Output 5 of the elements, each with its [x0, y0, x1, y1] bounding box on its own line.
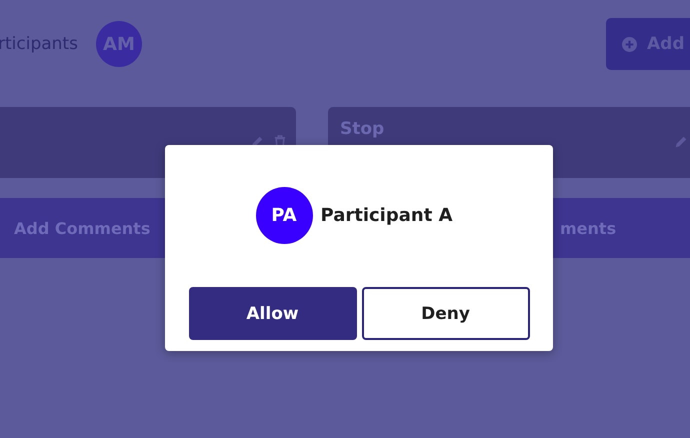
- allow-button[interactable]: Allow: [188, 287, 356, 340]
- deny-button[interactable]: Deny: [362, 287, 530, 340]
- participant-avatar: PA: [256, 187, 312, 244]
- participant-name: Participant A: [320, 205, 452, 226]
- plus-circle-icon: [622, 36, 637, 52]
